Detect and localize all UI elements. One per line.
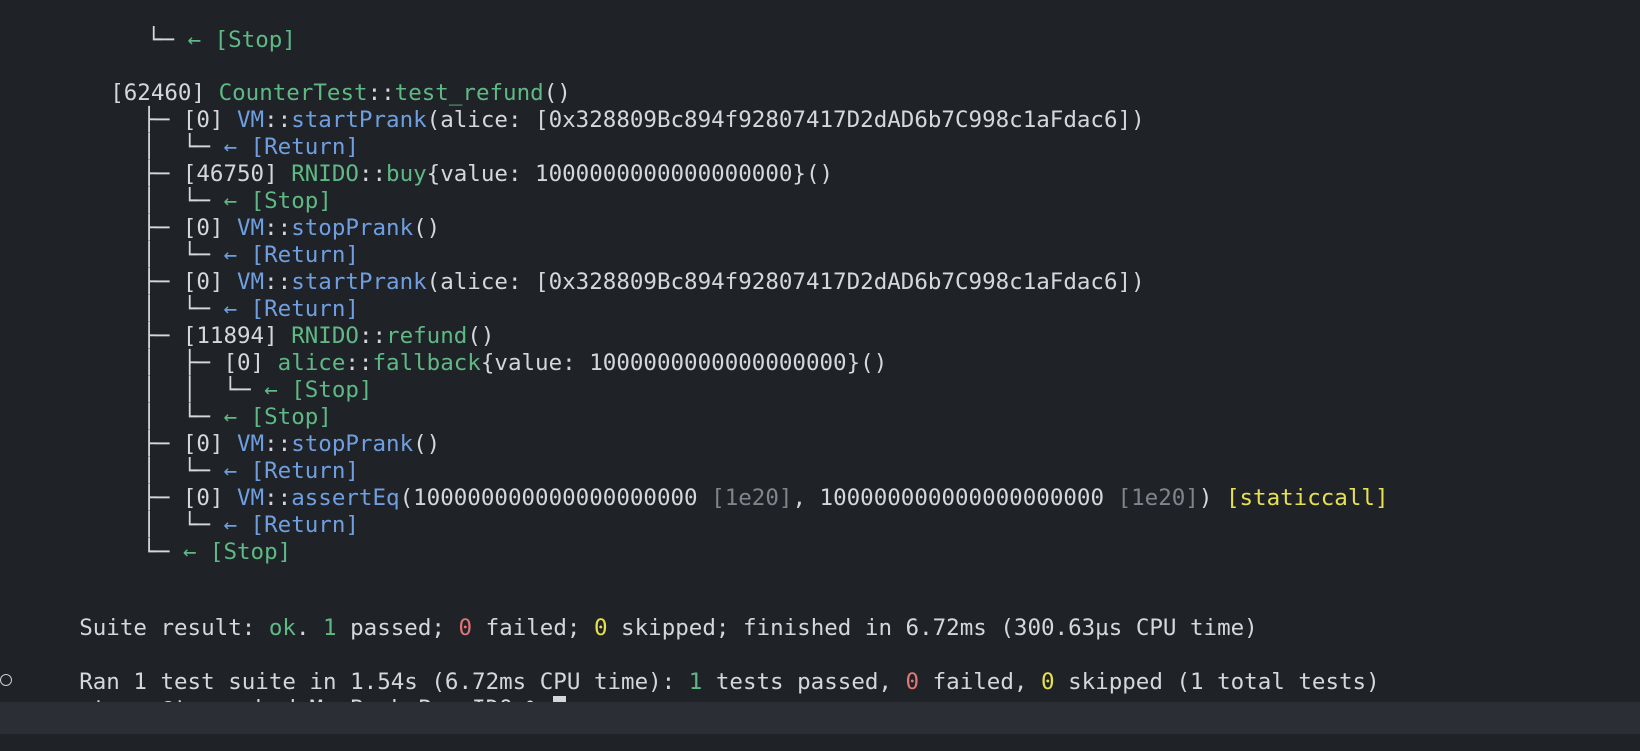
prompt-status-icon	[0, 674, 12, 686]
terminal-window[interactable]: └─ ← [Stop] [62460] CounterTest::test_re…	[0, 0, 1640, 722]
terminal-bottom-bar	[0, 702, 1640, 734]
trace-line: │ ├─ [0] alice::fallback{value: 10000000…	[142, 350, 888, 376]
trace-line: │ └─ ← [Return]	[142, 242, 359, 268]
trace-line: │ └─ ← [Return]	[142, 512, 359, 538]
trace-line: ├─ [0] VM::startPrank(alice: [0x328809Bc…	[142, 269, 1145, 295]
ran-summary-line: Ran 1 test suite in 1.54s (6.72ms CPU ti…	[79, 669, 1380, 695]
trace-line: └─ ← [Stop]	[142, 539, 292, 565]
trace-line: │ └─ ← [Return]	[142, 134, 359, 160]
trace-line: ├─ [0] VM::stopPrank()	[142, 215, 441, 241]
trace-line: │ └─ ← [Stop]	[142, 188, 332, 214]
prompt-line[interactable]: strong@tuwenchudeMacBook-Pro IDO %	[25, 667, 567, 722]
trace-line: │ │ └─ ← [Stop]	[142, 377, 373, 403]
suite-result-line: Suite result: ok. 1 passed; 0 failed; 0 …	[79, 615, 1258, 641]
trace-line: │ └─ ← [Stop]	[142, 404, 332, 430]
trace-line: ├─ [11894] RNIDO::refund()	[142, 323, 495, 349]
trace-line-assert: ├─ [0] VM::assertEq(10000000000000000000…	[142, 485, 1389, 511]
test-header-line: [62460] CounterTest::test_refund()	[110, 80, 571, 106]
suite-status: ok	[268, 615, 296, 641]
staticcall-tag: [staticcall]	[1225, 485, 1389, 511]
trace-line: │ └─ ← [Return]	[142, 296, 359, 322]
trace-line: └─ ← [Stop]	[106, 27, 296, 53]
trace-line: ├─ [0] VM::startPrank(alice: [0x328809Bc…	[142, 107, 1145, 133]
trace-line: ├─ [46750] RNIDO::buy{value: 10000000000…	[142, 161, 834, 187]
trace-line: │ └─ ← [Return]	[142, 458, 359, 484]
trace-line: ├─ [0] VM::stopPrank()	[142, 431, 441, 457]
